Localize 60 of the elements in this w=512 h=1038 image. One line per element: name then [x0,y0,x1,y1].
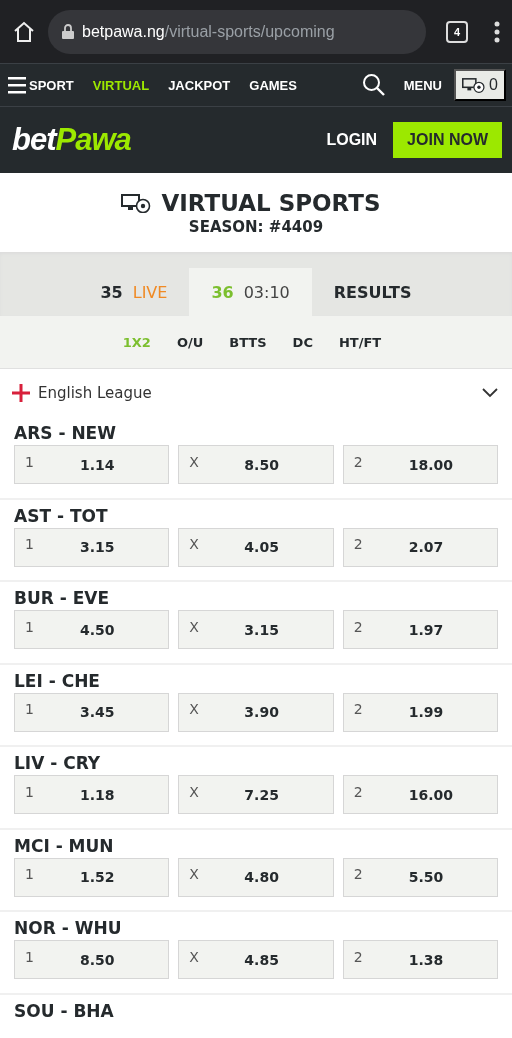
page-title: VIRTUAL SPORTS [161,189,381,216]
match-title: LEI - CHE [14,670,101,691]
odds-button[interactable]: X 3.90 [178,692,334,732]
market-tab[interactable]: O/U [176,334,204,350]
lock-icon [62,24,74,39]
odds-button[interactable]: X 3.15 [178,610,334,649]
odds-button[interactable]: 2 2.07 [342,527,498,567]
market-tab[interactable]: HT/FT [338,334,382,350]
match-title: SOU - BHA [14,1000,115,1021]
odds-button[interactable]: 1 3.45 [14,692,170,732]
logo[interactable]: betPawa [12,122,131,158]
odds-button[interactable]: 2 1.97 [342,610,498,649]
odds-button[interactable]: 2 5.50 [342,857,498,897]
odds-button[interactable]: 1 4.50 [14,610,170,649]
menu-icon[interactable] [8,76,26,94]
home-icon[interactable] [12,19,36,44]
nav-link[interactable]: GAMES [249,77,297,93]
round-tab[interactable]: 36 03:10 [189,268,312,316]
odds-button[interactable]: 2 16.00 [342,775,498,814]
monitor-ball-icon [121,192,152,213]
odds-button[interactable]: 2 18.00 [342,445,498,484]
odds-button[interactable]: X 4.05 [178,527,334,567]
odds-button[interactable]: X 7.25 [178,775,334,814]
league-name[interactable]: English League [38,384,152,402]
season-label: SEASON: #4409 [188,217,324,236]
odds-button[interactable]: 1 1.18 [14,775,170,814]
round-tab[interactable]: RESULTS [311,268,434,316]
match-title: ARS - NEW [14,423,117,443]
match-title: LIV - CRY [14,753,102,773]
match-title: MCI - MUN [14,835,115,856]
address-bar[interactable]: betpawa.ng/virtual-sports/upcoming [48,9,426,54]
monitor-ball-icon [462,75,486,95]
match-title: BUR - EVE [14,588,111,608]
market-tab[interactable]: BTTS [229,334,267,350]
nav-link[interactable]: JACKPOT [168,77,231,93]
betslip-button[interactable]: 0 [454,69,506,101]
odds-button[interactable]: 1 8.50 [14,940,170,979]
odds-button[interactable]: 1 1.52 [14,857,170,897]
match-title: AST - TOT [14,505,109,526]
nav-link[interactable]: SPORT [29,77,74,93]
url-text: betpawa.ng/virtual-sports/upcoming [82,22,335,41]
tab-count[interactable]: 4 [446,20,468,43]
join-button[interactable]: JOIN NOW [393,122,502,158]
more-icon[interactable] [494,20,500,43]
login-link[interactable]: LOGIN [326,131,378,149]
odds-button[interactable]: 2 1.99 [342,692,498,732]
flag-icon [12,384,30,402]
round-tab[interactable]: 35 LIVE [78,268,190,316]
odds-button[interactable]: X 8.50 [178,445,334,484]
odds-button[interactable]: X 4.80 [178,857,334,897]
odds-button[interactable]: 2 1.38 [342,940,498,979]
match-title: NOR - WHU [14,918,123,938]
market-tab[interactable]: DC [292,334,313,350]
odds-button[interactable]: 1 3.15 [14,527,170,567]
odds-button[interactable]: X 4.85 [178,940,334,979]
nav-link[interactable]: VIRTUAL [92,77,150,93]
menu-link[interactable]: MENU [403,77,442,93]
odds-button[interactable]: 1 1.14 [14,445,170,484]
search-icon[interactable] [361,73,386,97]
chevron-icon[interactable] [482,388,498,398]
